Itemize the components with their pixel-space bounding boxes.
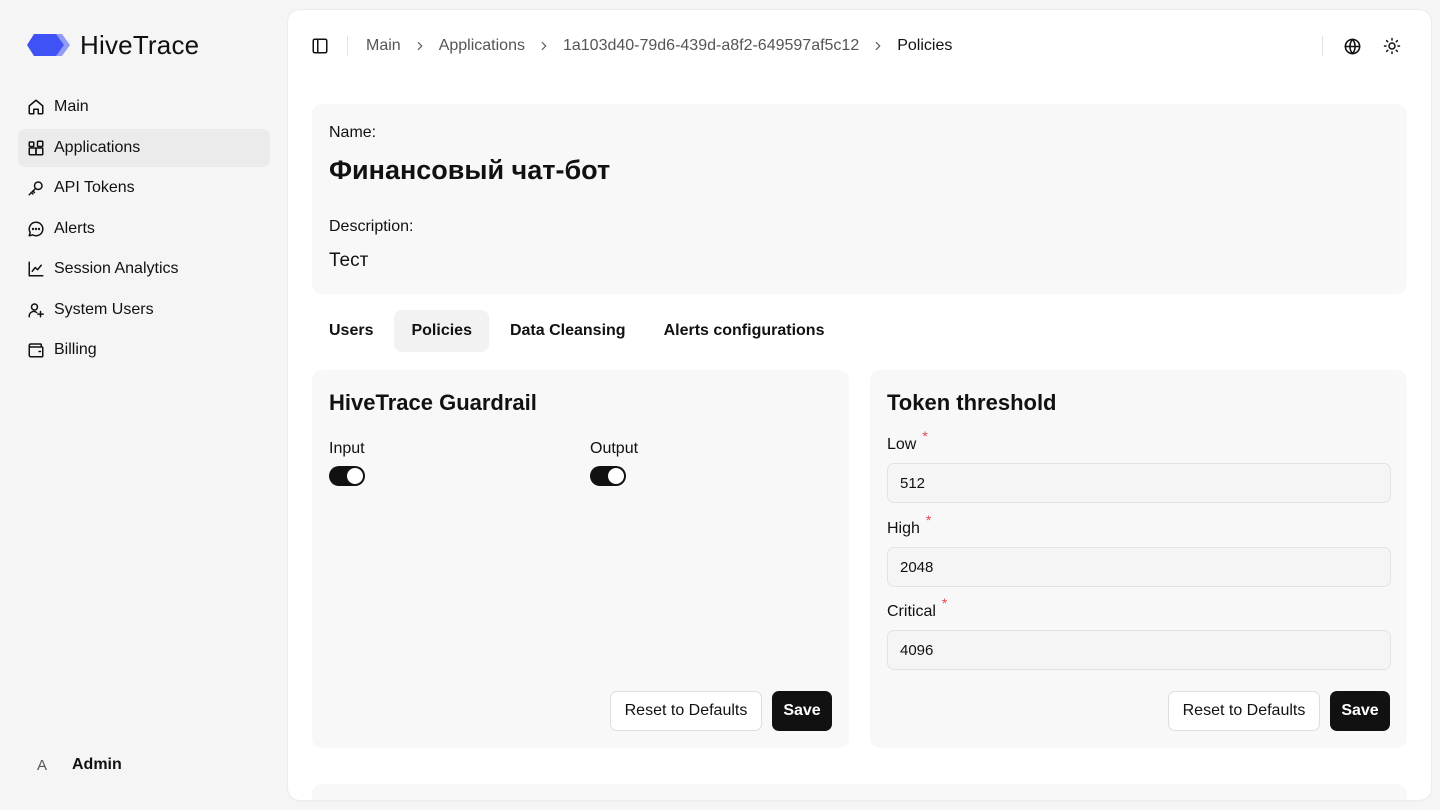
sidebar-item-alerts[interactable]: Alerts [18, 210, 270, 248]
sidebar-item-system-users[interactable]: System Users [18, 291, 270, 329]
input-switch[interactable] [329, 466, 365, 486]
breadcrumb-item-policies: Policies [897, 37, 953, 54]
avatar: A [26, 749, 58, 781]
breadcrumb: Main Applications 1a103d40-79d6-439d-a8f… [366, 34, 952, 58]
sidebar: HiveTrace Main Applications API Tokens A… [0, 0, 288, 810]
high-input[interactable] [887, 547, 1391, 587]
sidebar-item-label: System Users [54, 300, 154, 318]
save-button[interactable]: Save [1330, 691, 1390, 731]
save-button[interactable]: Save [772, 691, 832, 731]
description-label: Description: [329, 218, 414, 235]
brand-name: HiveTrace [80, 29, 200, 60]
chevron-right-icon [417, 41, 423, 51]
switch-knob [347, 468, 363, 484]
sun-icon [1383, 37, 1401, 55]
required-mark: * [922, 428, 928, 444]
user-plus-icon [28, 302, 44, 317]
low-label: Low * [887, 428, 928, 454]
brand[interactable]: HiveTrace [26, 26, 199, 64]
top-bar: Main Applications 1a103d40-79d6-439d-a8f… [288, 10, 1431, 82]
critical-input[interactable] [887, 630, 1391, 670]
tab-data-cleansing[interactable]: Data Cleansing [493, 310, 643, 352]
tab-users[interactable]: Users [312, 310, 390, 352]
apps-icon [28, 140, 44, 155]
tab-bar: Users Policies Data Cleansing Alerts con… [312, 310, 841, 352]
switch-knob [608, 468, 624, 484]
token-threshold-title: Token threshold [887, 390, 1057, 415]
required-mark: * [941, 595, 948, 611]
sidebar-item-label: Session Analytics [54, 260, 179, 277]
sidebar-item-label: Main [54, 98, 89, 115]
panel-left-icon [312, 38, 328, 54]
sidebar-item-session-analytics[interactable]: Session Analytics [18, 250, 270, 288]
tab-alerts-configurations[interactable]: Alerts configurations [647, 310, 842, 352]
main-panel: Main Applications 1a103d40-79d6-439d-a8f… [288, 10, 1431, 800]
application-name: Финансовый чат-бот [329, 155, 611, 185]
guardrail-title: HiveTrace Guardrail [329, 390, 537, 415]
breadcrumb-item-main[interactable]: Main [366, 37, 401, 55]
high-field: High * [887, 512, 1391, 587]
chart-icon [28, 261, 44, 277]
high-label-text: High [887, 520, 920, 537]
chevron-right-icon [541, 41, 547, 51]
tab-policies[interactable]: Policies [394, 310, 489, 352]
application-info-card [312, 104, 1407, 294]
divider [347, 36, 348, 56]
reset-to-defaults-button[interactable]: Reset to Defaults [610, 691, 762, 731]
low-field: Low * [887, 428, 1391, 503]
user-menu[interactable]: A Admin [26, 746, 122, 784]
critical-label-text: Critical [887, 603, 936, 620]
low-input[interactable] [887, 463, 1391, 503]
sidebar-item-billing[interactable]: Billing [18, 331, 270, 369]
sidebar-item-label: Alerts [54, 219, 95, 237]
output-switch[interactable] [590, 466, 626, 486]
required-mark: * [925, 512, 932, 528]
name-label: Name: [329, 124, 377, 141]
input-toggle-group: Input [329, 440, 365, 486]
theme-toggle-button[interactable] [1375, 29, 1409, 63]
divider [1322, 36, 1323, 56]
breadcrumb-item-applications[interactable]: Applications [439, 37, 525, 55]
key-icon [28, 181, 43, 196]
chevron-right-icon [875, 41, 881, 51]
low-label-text: Low [887, 436, 917, 453]
reset-to-defaults-button[interactable]: Reset to Defaults [1168, 691, 1320, 731]
additional-card [312, 784, 1407, 800]
sidebar-item-applications[interactable]: Applications [18, 128, 270, 167]
input-label: Input [329, 440, 365, 457]
sidebar-toggle-button[interactable] [303, 29, 337, 63]
wallet-icon [28, 343, 44, 358]
guardrail-card: HiveTrace Guardrail Input Output Reset t… [312, 370, 849, 748]
token-threshold-card: Token threshold Low * High * Critical * Res… [870, 370, 1407, 748]
language-button[interactable] [1335, 29, 1369, 63]
globe-icon [1344, 38, 1360, 54]
home-icon [28, 99, 44, 115]
sidebar-item-label: Billing [54, 341, 97, 358]
critical-field: Critical * [887, 595, 1391, 670]
application-description: Тест [329, 250, 369, 271]
output-label: Output [590, 440, 639, 457]
sidebar-item-label: API Tokens [54, 179, 135, 196]
high-label: High * [887, 512, 931, 538]
sidebar-item-api-tokens[interactable]: API Tokens [18, 169, 270, 207]
sidebar-nav: Main Applications API Tokens Alerts Sess… [18, 88, 270, 372]
breadcrumb-item-application-id[interactable]: 1a103d40-79d6-439d-a8f2-649597af5c12 [563, 37, 859, 55]
message-icon [28, 220, 44, 236]
sidebar-item-label: Applications [54, 138, 141, 156]
user-name: Admin [72, 756, 122, 773]
sidebar-item-main[interactable]: Main [18, 88, 270, 126]
output-toggle-group: Output [590, 440, 638, 486]
critical-label: Critical * [887, 595, 947, 621]
hivetrace-logo-icon [26, 32, 72, 58]
